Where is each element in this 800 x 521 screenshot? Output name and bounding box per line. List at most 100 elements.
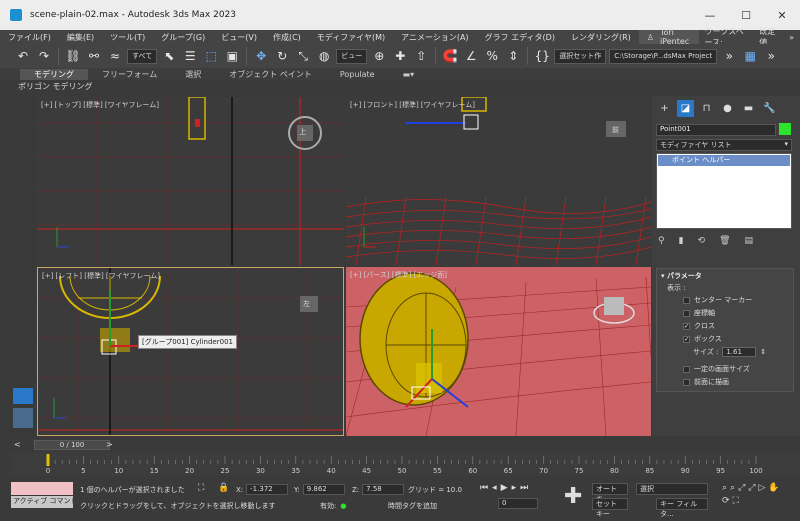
size-spinner[interactable]: サイズ : 1.61 ⇕ <box>693 347 766 357</box>
zoom-extents-icon[interactable]: ⤢ <box>738 483 745 493</box>
pin-stack-icon[interactable]: ⚲ <box>658 236 665 246</box>
set-key-button[interactable]: セット キー <box>592 498 628 518</box>
viewport-front[interactable]: [+] [フロント] [標準] [ワイヤフレーム] 前 <box>346 97 651 265</box>
menu-view[interactable]: ビュー(V) <box>213 32 265 43</box>
rect-selection-icon[interactable]: ⬚ <box>202 47 220 65</box>
go-to-end-icon[interactable]: ⏭ <box>520 483 528 493</box>
key-filters-button[interactable]: キー フィルタ... <box>656 498 708 518</box>
reference-coord-select[interactable]: ビュー <box>336 48 368 64</box>
current-time-marker[interactable] <box>46 454 50 466</box>
checkbox-box[interactable] <box>683 378 690 386</box>
size-value[interactable]: 1.61 <box>722 347 757 357</box>
percent-snap-icon[interactable]: % <box>483 47 501 65</box>
pivot-center-icon[interactable]: ⊕ <box>370 47 388 65</box>
select-by-name-icon[interactable]: ☰ <box>181 47 199 65</box>
modifier-list-select[interactable]: モディファイヤ リスト ▾ <box>656 139 792 151</box>
menu-edit[interactable]: 編集(E) <box>59 32 102 43</box>
remove-modifier-icon[interactable]: 🗑 <box>719 236 730 246</box>
motion-tab-icon[interactable]: ● <box>719 100 736 117</box>
isolate-selection-icon[interactable]: ⛶ <box>198 483 204 493</box>
zoom-extents-all-icon[interactable]: ⤢ <box>748 483 755 493</box>
viewport-top-label[interactable]: [+] [トップ] [標準] [ワイヤフレーム] <box>41 100 159 110</box>
ribbon-options-icon[interactable]: ▬▾ <box>389 70 429 79</box>
checkbox-box[interactable] <box>683 365 690 373</box>
x-value[interactable]: -1.372 <box>246 484 289 495</box>
set-key-icon[interactable]: ✚ <box>564 484 582 509</box>
stack-item-point-helper[interactable]: ポイント ヘルパー <box>658 155 790 166</box>
redo-icon[interactable]: ↷ <box>35 47 53 65</box>
next-frame-icon[interactable]: > <box>106 440 113 449</box>
active-command-label[interactable]: アクティブ コマンド <box>11 496 73 508</box>
menu-rendering[interactable]: レンダリング(R) <box>563 32 639 43</box>
menu-file[interactable]: ファイル(F) <box>0 32 59 43</box>
unlink-icon[interactable]: ⚯ <box>85 47 103 65</box>
menu-create[interactable]: 作成(C) <box>265 32 309 43</box>
modify-tab-icon[interactable]: ◪ <box>677 100 694 117</box>
menu-modifiers[interactable]: モディファイヤ(M) <box>309 32 393 43</box>
viewport-perspective[interactable]: [+] [パース] [標準] [エッジ面] <box>346 267 651 436</box>
add-time-tag[interactable]: 時間タグを追加 <box>388 501 437 511</box>
maximize-viewport-icon[interactable]: ⛶ <box>733 496 739 506</box>
zoom-icon[interactable]: ⌕ <box>722 483 727 493</box>
previous-frame-icon[interactable]: ◂ <box>492 483 497 493</box>
menu-tools[interactable]: ツール(T) <box>102 32 153 43</box>
hierarchy-tab-icon[interactable]: ⊓ <box>698 100 715 117</box>
viewport-layout-tab[interactable] <box>13 388 33 404</box>
viewcube-top[interactable]: 上 <box>299 127 306 137</box>
current-frame-field[interactable]: 0 <box>498 498 538 509</box>
cross-checkbox[interactable]: ✓ クロス <box>683 321 715 331</box>
spinner-arrows-icon[interactable]: ⇕ <box>760 348 766 356</box>
constant-screen-size-checkbox[interactable]: 一定の画面サイズ <box>683 364 750 374</box>
center-marker-checkbox[interactable]: センター マーカー <box>683 295 752 305</box>
draw-on-top-checkbox[interactable]: 前面に描画 <box>683 377 729 387</box>
viewport-left-label[interactable]: [+] [レフト] [標準] [ワイヤフレーム] <box>42 271 160 281</box>
edit-named-sets-icon[interactable]: {} <box>533 47 551 65</box>
viewcube-left[interactable]: 左 <box>303 299 310 309</box>
angle-snap-icon[interactable]: ∠ <box>462 47 480 65</box>
prev-frame-icon[interactable]: < <box>14 440 21 449</box>
toolbar-more-icon[interactable]: » <box>762 47 780 65</box>
tab-populate[interactable]: Populate <box>326 70 389 79</box>
undo-icon[interactable]: ↶ <box>14 47 32 65</box>
user-account[interactable]: ♙ Tori iPentec <box>638 28 699 46</box>
create-tab-icon[interactable]: + <box>656 100 673 117</box>
z-coordinate[interactable]: Z: 7.58 <box>352 484 405 495</box>
next-frame-icon[interactable]: ▸ <box>512 483 517 493</box>
toolbar-overflow-icon[interactable]: » <box>720 47 738 65</box>
layout-grid-icon[interactable] <box>13 408 33 428</box>
z-value[interactable]: 7.58 <box>362 484 405 495</box>
tab-object-paint[interactable]: オブジェクト ペイント <box>215 69 326 80</box>
modifier-stack[interactable]: ポイント ヘルパー <box>656 153 792 229</box>
field-of-view-icon[interactable]: ▷ <box>759 483 766 493</box>
go-to-start-icon[interactable]: ⏮ <box>480 483 488 493</box>
menu-overflow-button[interactable]: » <box>783 33 800 42</box>
y-coordinate[interactable]: Y: 9.862 <box>294 484 345 495</box>
link-icon[interactable]: ⛓ <box>64 47 82 65</box>
y-value[interactable]: 9.862 <box>302 484 345 495</box>
window-crossing-icon[interactable]: ▣ <box>223 47 241 65</box>
configure-sets-icon[interactable]: ▤ <box>745 236 754 246</box>
viewcube-front[interactable]: 前 <box>612 125 619 135</box>
parameters-rollout-title[interactable]: ▾ パラメータ <box>661 271 702 281</box>
zoom-all-icon[interactable]: ⌕ <box>730 483 735 493</box>
move-icon[interactable]: ✥ <box>252 47 270 65</box>
object-color-swatch[interactable] <box>779 123 791 135</box>
make-unique-icon[interactable]: ⟲ <box>698 236 706 246</box>
time-slider-thumb[interactable]: 0 / 100 <box>34 440 110 450</box>
menu-animation[interactable]: アニメーション(A) <box>393 32 476 43</box>
placement-icon[interactable]: ◍ <box>315 47 333 65</box>
box-checkbox[interactable]: ✓ ボックス <box>683 334 722 344</box>
menu-graph-editors[interactable]: グラフ エディタ(D) <box>477 32 563 43</box>
orbit-icon[interactable]: ⟳ <box>722 496 730 506</box>
polygon-modeling-label[interactable]: ポリゴン モデリング <box>18 81 93 92</box>
menu-group[interactable]: グループ(G) <box>153 32 213 43</box>
utilities-tab-icon[interactable]: 🔧 <box>761 100 778 117</box>
auto-key-button[interactable]: オート キー <box>592 483 628 503</box>
axis-tripod-checkbox[interactable]: 座標軸 <box>683 308 715 318</box>
spinner-snap-icon[interactable]: ⇕ <box>504 47 522 65</box>
display-tab-icon[interactable]: ▬ <box>740 100 757 117</box>
viewport-persp-label[interactable]: [+] [パース] [標準] [エッジ面] <box>350 270 447 280</box>
pan-icon[interactable]: ✋ <box>768 483 779 493</box>
time-slider[interactable]: < 0 / 100 > <box>10 439 800 451</box>
x-coordinate[interactable]: X: -1.372 <box>236 484 289 495</box>
